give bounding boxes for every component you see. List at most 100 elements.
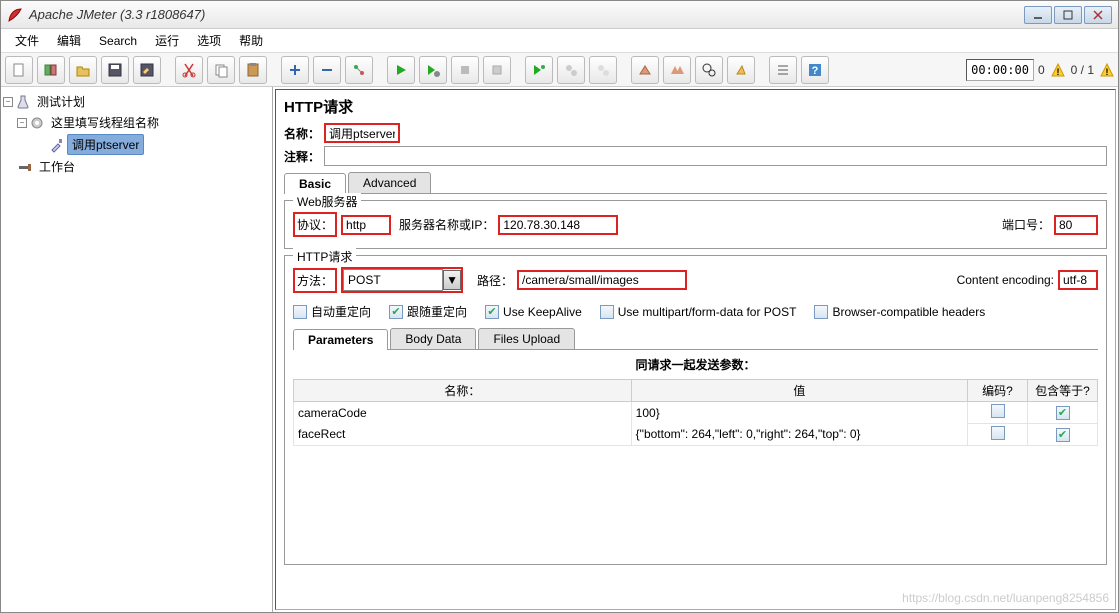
comment-label: 注释： <box>284 148 320 165</box>
cb-browser-headers[interactable]: Browser-compatible headers <box>814 305 985 319</box>
collapse-icon[interactable]: − <box>17 118 27 128</box>
remote-stop-icon[interactable] <box>557 56 585 84</box>
menu-options[interactable]: 选项 <box>189 30 229 51</box>
cut-icon[interactable] <box>175 56 203 84</box>
new-icon[interactable] <box>5 56 33 84</box>
menu-file[interactable]: 文件 <box>7 30 47 51</box>
clear-icon[interactable] <box>631 56 659 84</box>
subtab-files-upload[interactable]: Files Upload <box>478 328 575 349</box>
dropper-icon <box>49 137 65 153</box>
name-input[interactable] <box>324 123 400 143</box>
subtab-parameters[interactable]: Parameters <box>293 329 388 350</box>
name-label: 名称： <box>284 125 320 142</box>
toggle-icon[interactable] <box>345 56 373 84</box>
remote-shutdown-icon[interactable] <box>589 56 617 84</box>
function-helper-icon[interactable] <box>769 56 797 84</box>
proto-input[interactable] <box>341 215 391 235</box>
hammer-icon <box>17 159 33 175</box>
tab-advanced[interactable]: Advanced <box>348 172 431 193</box>
subtab-body-data[interactable]: Body Data <box>390 328 476 349</box>
templates-icon[interactable] <box>37 56 65 84</box>
host-label: 服务器名称或IP： <box>399 216 494 233</box>
svg-text:!: ! <box>1106 67 1109 77</box>
app-window: Apache JMeter (3.3 r1808647) 文件 编辑 Searc… <box>0 0 1119 613</box>
enc-input[interactable] <box>1058 270 1098 290</box>
svg-text:!: ! <box>1056 67 1059 77</box>
toolbar: ? 00:00:00 0 ! 0 / 1 ! <box>1 53 1118 87</box>
webserver-group: Web服务器 协议： 服务器名称或IP： 端口号： <box>284 200 1107 249</box>
clear-all-icon[interactable] <box>663 56 691 84</box>
cb-multipart[interactable]: Use multipart/form-data for POST <box>600 305 797 319</box>
menu-edit[interactable]: 编辑 <box>49 30 89 51</box>
tree-workbench[interactable]: 工作台 <box>3 156 270 177</box>
stop-icon[interactable] <box>451 56 479 84</box>
main-panel: HTTP请求 名称： 注释： Basic Advanced Web服务器 协议： <box>275 89 1116 610</box>
include-eq-checkbox[interactable]: ✔ <box>1056 428 1070 442</box>
cb-follow-redirect[interactable]: ✔跟随重定向 <box>389 303 467 320</box>
collapse-icon[interactable]: − <box>3 97 13 107</box>
tab-basic[interactable]: Basic <box>284 173 346 194</box>
menubar: 文件 编辑 Search 运行 选项 帮助 <box>1 29 1118 53</box>
enc-label: Content encoding: <box>957 273 1054 287</box>
maximize-button[interactable] <box>1054 6 1082 24</box>
config-tabs: Basic Advanced Web服务器 协议： 服务器名称或IP： 端口号： <box>284 172 1107 565</box>
port-input[interactable] <box>1054 215 1098 235</box>
method-select[interactable]: POST <box>343 269 443 291</box>
panel-title: HTTP请求 <box>284 96 1107 117</box>
comment-input[interactable] <box>324 146 1107 166</box>
tree-http-sampler[interactable]: 调用ptserver <box>3 133 270 156</box>
open-icon[interactable] <box>69 56 97 84</box>
save-icon[interactable] <box>101 56 129 84</box>
menu-help[interactable]: 帮助 <box>231 30 271 51</box>
shutdown-icon[interactable] <box>483 56 511 84</box>
encode-checkbox[interactable] <box>991 404 1005 418</box>
menu-search[interactable]: Search <box>91 32 145 50</box>
params-table: 名称： 值 编码? 包含等于? cameraCode 100} ✔ <box>293 379 1098 446</box>
col-encode: 编码? <box>968 380 1028 402</box>
cb-keepalive[interactable]: ✔Use KeepAlive <box>485 305 582 319</box>
path-label: 路径： <box>477 272 513 289</box>
tree-test-plan[interactable]: − 测试计划 <box>3 91 270 112</box>
collapse-icon[interactable] <box>313 56 341 84</box>
col-name: 名称： <box>294 380 632 402</box>
gear-icon <box>29 115 45 131</box>
table-row[interactable]: faceRect {"bottom": 264,"left": 0,"right… <box>294 424 1098 446</box>
watermark: https://blog.csdn.net/luanpeng8254856 <box>902 591 1109 605</box>
httprequest-group: HTTP请求 方法： POST ▼ 路径： Content encoding: <box>284 255 1107 565</box>
warning-icon: ! <box>1051 63 1065 77</box>
search-tree-icon[interactable] <box>695 56 723 84</box>
method-dropdown-button[interactable]: ▼ <box>443 270 461 290</box>
path-input[interactable] <box>517 270 687 290</box>
paste-icon[interactable] <box>239 56 267 84</box>
remote-start-icon[interactable] <box>525 56 553 84</box>
start-icon[interactable] <box>387 56 415 84</box>
help-icon[interactable]: ? <box>801 56 829 84</box>
host-input[interactable] <box>498 215 618 235</box>
warn-count: 0 <box>1038 63 1045 77</box>
method-label: 方法： <box>293 268 337 293</box>
save-as-icon[interactable] <box>133 56 161 84</box>
titlebar: Apache JMeter (3.3 r1808647) <box>1 1 1118 29</box>
table-row[interactable]: cameraCode 100} ✔ <box>294 402 1098 424</box>
timer-display: 00:00:00 <box>966 59 1034 81</box>
thread-count: 0 / 1 <box>1071 63 1094 77</box>
copy-icon[interactable] <box>207 56 235 84</box>
window-title: Apache JMeter (3.3 r1808647) <box>29 7 205 22</box>
encode-checkbox[interactable] <box>991 426 1005 440</box>
minimize-button[interactable] <box>1024 6 1052 24</box>
svg-text:?: ? <box>812 65 819 77</box>
include-eq-checkbox[interactable]: ✔ <box>1056 406 1070 420</box>
reset-search-icon[interactable] <box>727 56 755 84</box>
proto-label: 协议： <box>293 212 337 237</box>
close-button[interactable] <box>1084 6 1112 24</box>
start-no-pause-icon[interactable] <box>419 56 447 84</box>
menu-run[interactable]: 运行 <box>147 30 187 51</box>
content-area: − 测试计划 − 这里填写线程组名称 调用ptserver 工作台 HTTP请求… <box>1 87 1118 612</box>
tree-pane: − 测试计划 − 这里填写线程组名称 调用ptserver 工作台 <box>1 87 273 612</box>
params-title: 同请求一起发送参数： <box>293 356 1098 373</box>
tree-thread-group[interactable]: − 这里填写线程组名称 <box>3 112 270 133</box>
port-label: 端口号： <box>1002 216 1050 233</box>
app-icon <box>7 7 23 23</box>
expand-icon[interactable] <box>281 56 309 84</box>
cb-auto-redirect[interactable]: 自动重定向 <box>293 303 371 320</box>
